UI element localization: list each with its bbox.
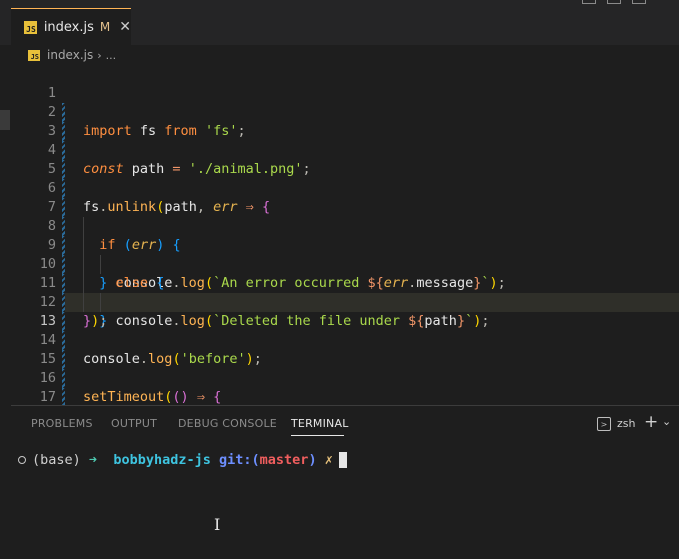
code-line: 5 fs.unlink(path, err ⇒ { — [0, 141, 679, 215]
chevron-down-icon[interactable]: ⌄ — [662, 415, 671, 428]
code-line: 18 — [0, 388, 679, 405]
code-line: 16 console.log('bobbyhadz.com'); — [0, 350, 679, 405]
code-line: 17 }, 1000); — [0, 369, 679, 405]
modified-badge: M — [99, 20, 111, 34]
code-line: 2 — [0, 84, 679, 141]
git-dirty-icon: ✗ — [324, 452, 333, 468]
shell-name[interactable]: zsh — [617, 417, 635, 430]
chevron-right-icon: › — [97, 48, 102, 62]
bottom-panel: PROBLEMS OUTPUT DEBUG CONSOLE TERMINAL >… — [11, 405, 679, 559]
new-terminal-icon[interactable]: + — [644, 412, 658, 432]
breadcrumb: JS index.js › ... — [0, 45, 679, 65]
editor-tab-bar: JS index.js M ✕ — [0, 8, 679, 45]
title-bar — [0, 0, 679, 8]
minimize-icon[interactable] — [582, 0, 596, 4]
tab-index-js[interactable]: JS index.js M ✕ — [11, 8, 131, 45]
tab-debug-console[interactable]: DEBUG CONSOLE — [178, 417, 277, 430]
code-line: 4 — [0, 122, 679, 179]
js-file-icon: JS — [28, 49, 40, 61]
git-label-close: ) — [308, 452, 317, 468]
git-branch: master — [259, 452, 309, 468]
tab-problems[interactable]: PROBLEMS — [31, 417, 93, 430]
code-line: 9 console.log(`Deleted the file under ${… — [0, 217, 679, 329]
maximize-icon[interactable] — [607, 0, 621, 4]
code-line: 14 — [0, 312, 679, 369]
tab-terminal[interactable]: TERMINAL — [291, 417, 349, 430]
code-line: 12 — [0, 274, 679, 331]
conda-env: (base) — [32, 452, 81, 468]
prompt-arrow-icon: ➜ — [88, 452, 98, 468]
breadcrumb-file[interactable]: index.js — [47, 48, 93, 62]
code-line: 3 const path = './animal.png'; — [0, 103, 679, 177]
terminal-cursor — [338, 452, 347, 468]
tab-output[interactable]: OUTPUT — [111, 417, 157, 430]
code-line: 7 console.log(`An error occurred ${err.m… — [0, 179, 679, 291]
text-cursor-icon: I — [214, 515, 221, 534]
code-line: 8 } else { — [0, 198, 679, 291]
code-line: 6 if (err) { — [0, 160, 679, 253]
code-editor[interactable]: 1 import fs from 'fs'; 2 3 const path = … — [0, 65, 679, 405]
close-window-icon[interactable] — [632, 0, 646, 4]
code-line: 13 console.log('before'); — [0, 293, 679, 367]
prompt-directory: bobbyhadz-js — [113, 452, 211, 468]
active-tab-indicator — [291, 435, 344, 436]
code-line: 15 setTimeout(() ⇒ { — [0, 331, 679, 405]
breadcrumb-more[interactable]: ... — [106, 49, 117, 62]
git-label: git:( — [219, 452, 260, 468]
code-line: 11 }); — [0, 255, 679, 329]
terminal-icon[interactable]: > — [597, 417, 611, 431]
prompt-status-icon — [18, 456, 26, 464]
code-line: 10 } — [0, 236, 679, 329]
js-file-icon: JS — [24, 20, 37, 34]
tab-label: index.js — [43, 19, 94, 35]
terminal-prompt[interactable]: (base) ➜ bobbyhadz-js git:( master ) ✗ — [18, 452, 347, 468]
code-line: 1 import fs from 'fs'; — [0, 65, 679, 139]
close-tab-icon[interactable]: ✕ — [119, 19, 131, 35]
